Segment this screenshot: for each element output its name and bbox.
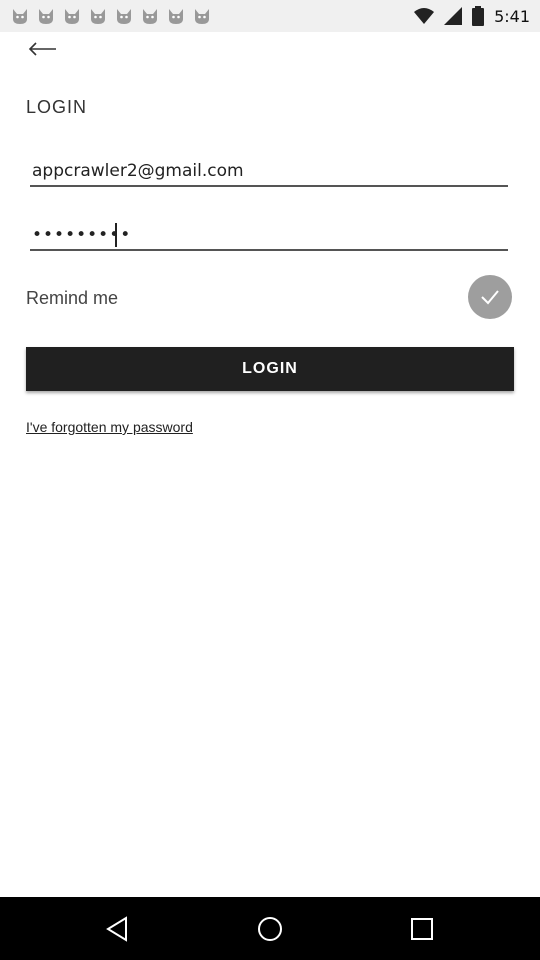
email-input[interactable] (30, 157, 508, 185)
login-button[interactable]: LOGIN (26, 347, 514, 391)
signal-icon (444, 7, 463, 25)
cat-icon (65, 9, 79, 24)
cat-icon (39, 9, 53, 24)
password-field[interactable] (30, 221, 508, 251)
status-bar: 5:41 (0, 0, 540, 32)
notification-icons (10, 6, 212, 26)
cat-icon (143, 9, 157, 24)
back-triangle-icon[interactable] (104, 915, 132, 943)
status-time: 5:41 (494, 6, 530, 26)
status-right: 5:41 (414, 6, 530, 26)
cat-icon (117, 9, 131, 24)
text-cursor (115, 223, 117, 247)
forgot-password-link[interactable]: I've forgotten my password (26, 419, 193, 435)
back-button[interactable] (26, 38, 60, 60)
checkmark-icon (481, 290, 499, 305)
password-input[interactable] (30, 221, 508, 249)
wifi-icon (414, 8, 435, 24)
arrow-left-icon (28, 42, 56, 56)
remind-me-toggle[interactable] (468, 275, 512, 319)
email-field[interactable] (30, 157, 508, 187)
cat-icon (13, 9, 27, 24)
page-title: LOGIN (26, 97, 88, 117)
navigation-bar (0, 897, 540, 960)
cat-icon (195, 9, 209, 24)
recents-square-icon[interactable] (408, 915, 436, 943)
remind-me-label: Remind me (26, 288, 119, 308)
cat-icon (91, 9, 105, 24)
battery-icon (472, 6, 485, 26)
cat-icon (169, 9, 183, 24)
home-circle-icon[interactable] (256, 915, 284, 943)
